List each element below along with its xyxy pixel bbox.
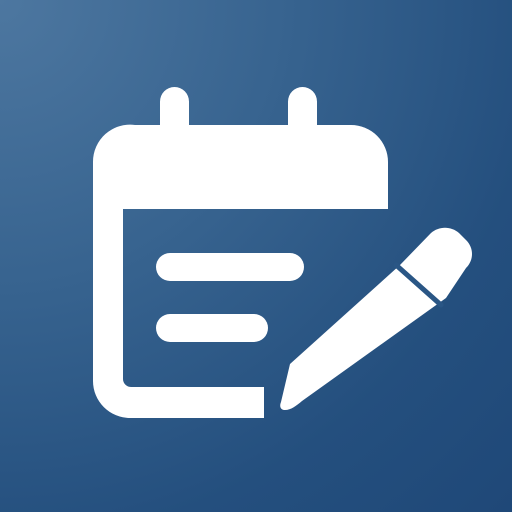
pencil-icon — [280, 227, 472, 410]
note-line-2 — [156, 314, 268, 342]
note-line-1 — [156, 253, 304, 281]
app-icon[interactable] — [0, 0, 512, 512]
note-lines-icon — [156, 253, 304, 342]
calendar-note-edit-icon — [92, 87, 472, 418]
pencil-body — [280, 227, 472, 410]
